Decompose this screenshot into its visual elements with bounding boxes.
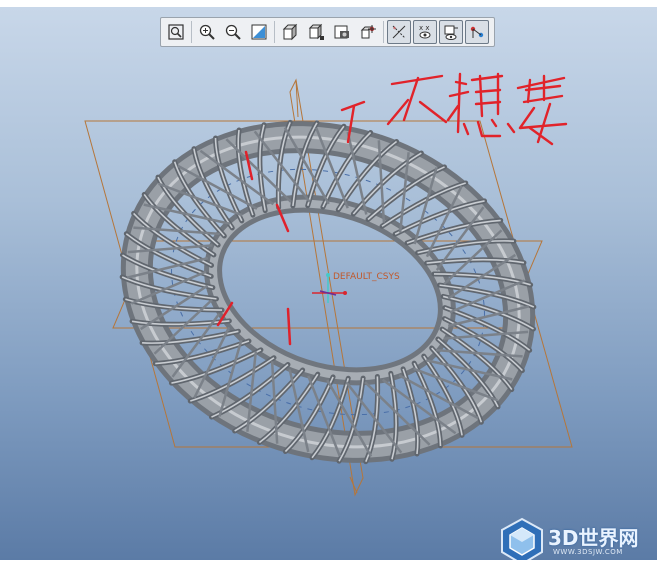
view-manager-icon (334, 25, 349, 39)
zoom-out-icon (225, 24, 241, 40)
toolbar-separator (383, 21, 384, 43)
perspective-button[interactable] (439, 20, 463, 44)
datum-display-icon: * (392, 25, 406, 39)
zoom-out-button[interactable] (221, 20, 245, 44)
window-bottom-edge (0, 560, 657, 566)
saved-views-icon (308, 23, 324, 40)
saved-views-button[interactable] (304, 20, 328, 44)
spin-center-button[interactable] (356, 20, 380, 44)
zoom-in-button[interactable] (195, 20, 219, 44)
repaint-icon (251, 24, 267, 40)
refit-button[interactable] (164, 20, 188, 44)
shading-button[interactable] (278, 20, 302, 44)
watermark-text: 3D世界网 (548, 526, 639, 550)
refit-icon (168, 24, 184, 40)
csys-display-icon (470, 26, 484, 38)
csys-label: DEFAULT_CSYS (333, 272, 400, 282)
zoom-in-icon (199, 24, 215, 40)
datum-display-button[interactable]: * (387, 20, 411, 44)
svg-text:*: * (393, 26, 396, 33)
watermark-sub: WWW.3DSJW.COM (553, 548, 623, 556)
svg-text:x x: x x (419, 24, 430, 32)
graphics-window[interactable]: DEFAULT_CSYS * x x 3D世界网 WWW.3DSJW.COM (0, 7, 657, 560)
view-toolbar: * x x (160, 17, 495, 47)
toolbar-separator (274, 21, 275, 43)
perspective-icon (444, 25, 458, 40)
spin-center-icon (360, 25, 376, 39)
csys-display-button[interactable] (465, 20, 489, 44)
toolbar-separator (191, 21, 192, 43)
shading-icon (282, 23, 298, 41)
repaint-button[interactable] (247, 20, 271, 44)
annotation-display-button[interactable]: x x (413, 20, 437, 44)
annotation-display-icon: x x (419, 24, 431, 39)
handwritten-annotation (340, 72, 568, 146)
view-manager-button[interactable] (330, 20, 354, 44)
